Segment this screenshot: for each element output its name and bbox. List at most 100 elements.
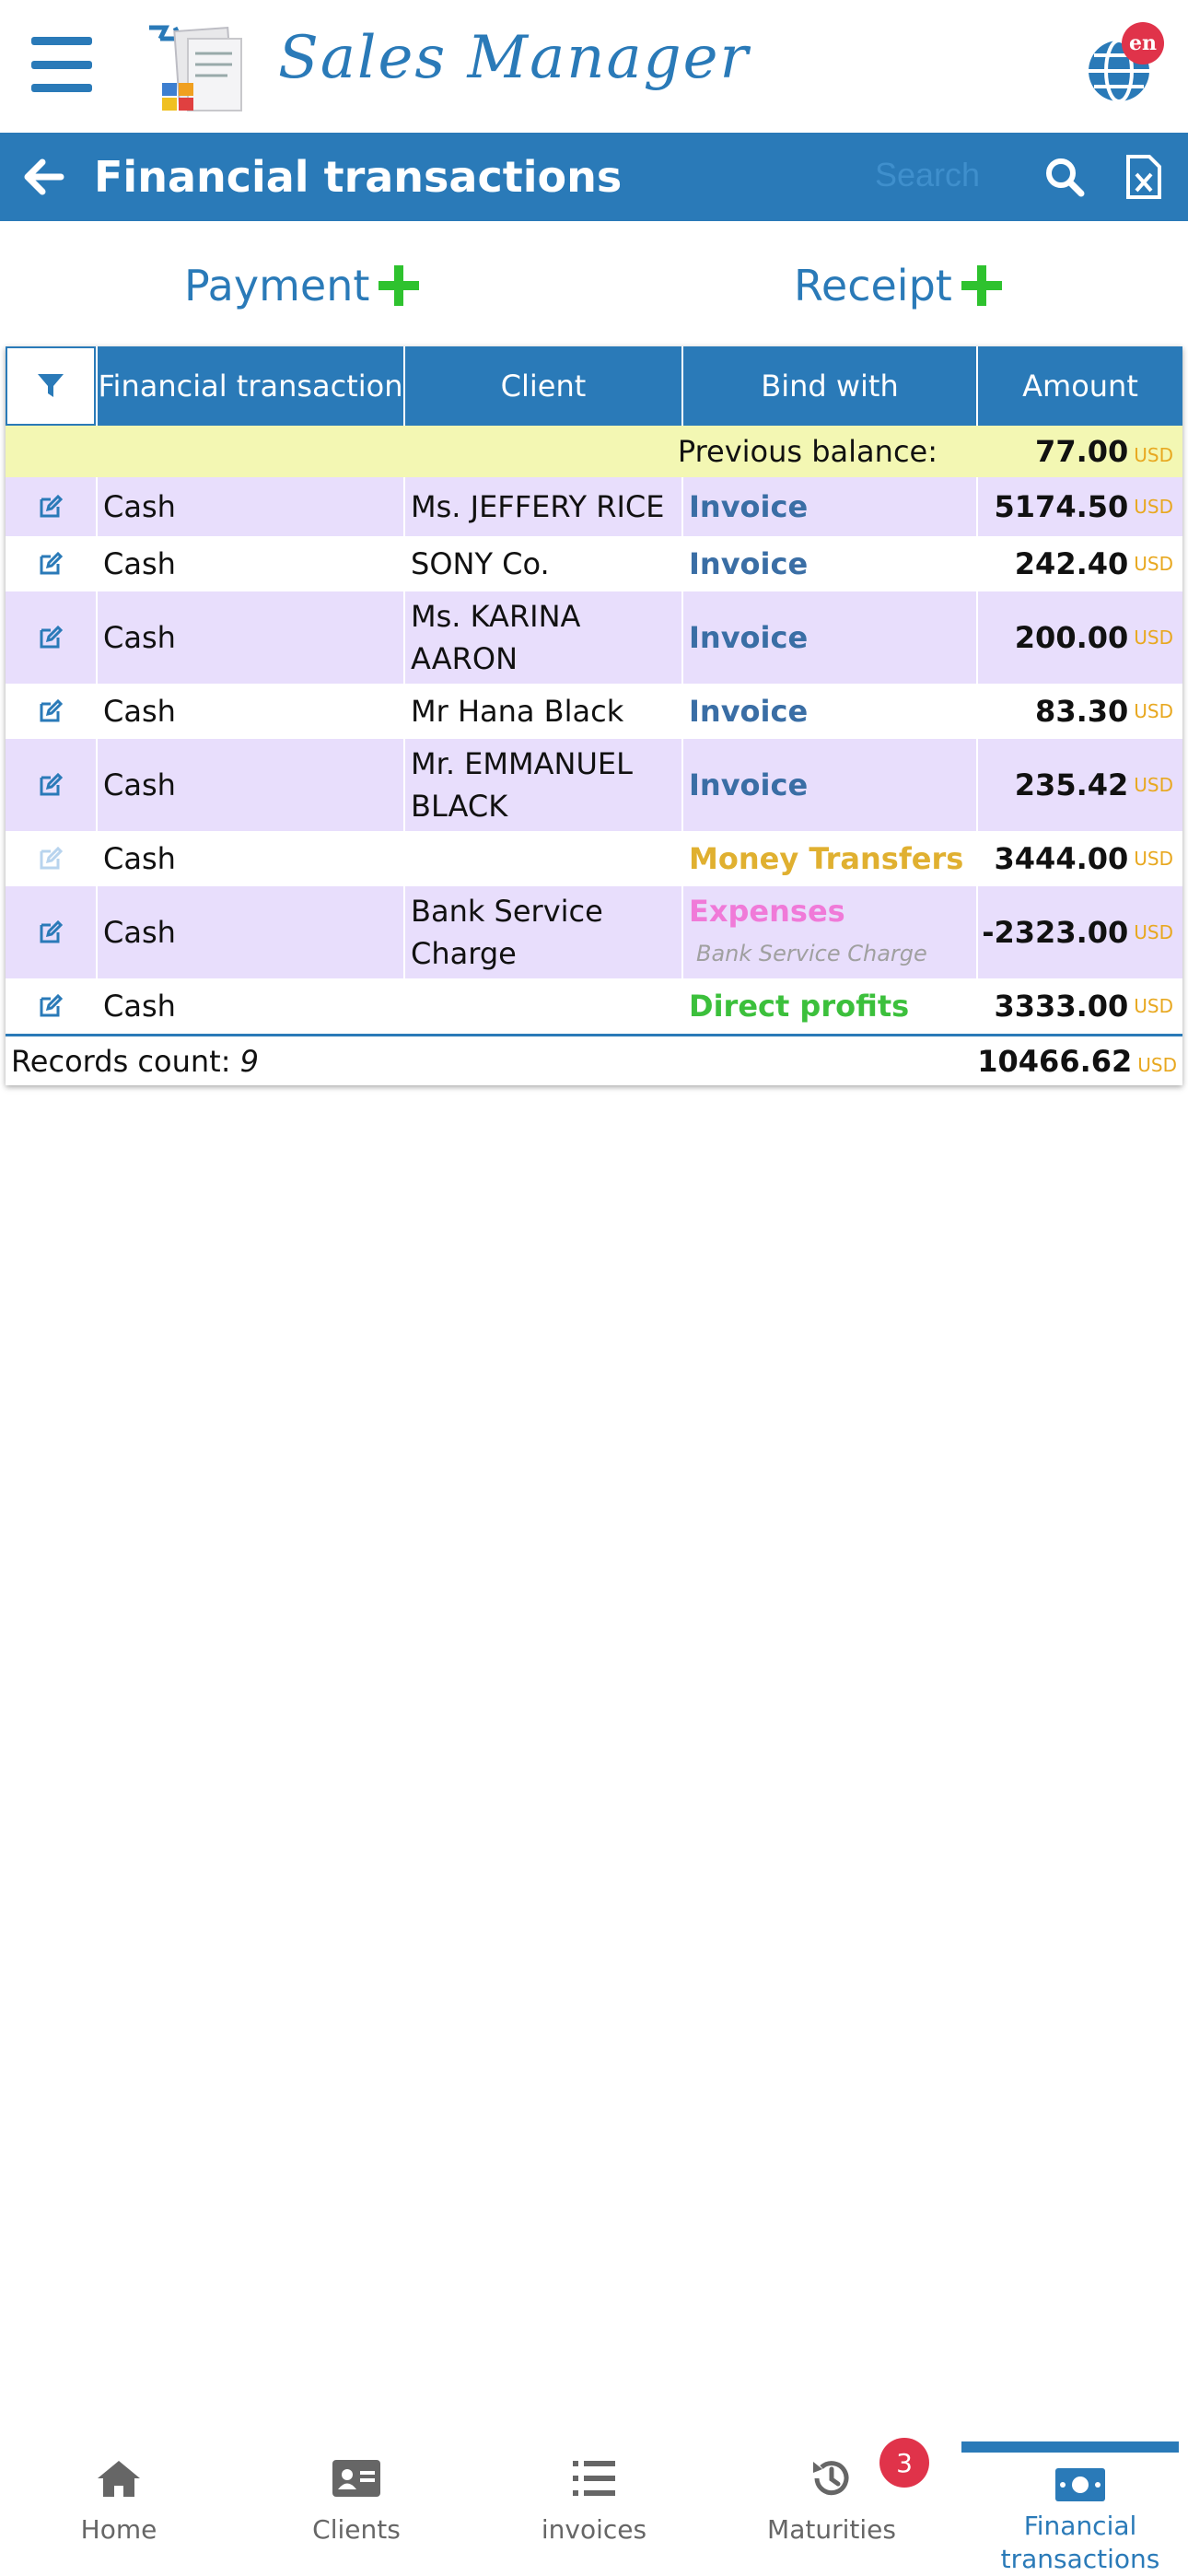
transaction-cell: Cash: [96, 739, 403, 831]
currency-label: USD: [1134, 995, 1173, 1017]
previous-balance-amount: 77.00: [1035, 434, 1129, 469]
table-row[interactable]: Cash Ms. JEFFERY RICE Invoice 5174.50 USD: [6, 477, 1182, 536]
bind-with-link[interactable]: Direct profits: [689, 985, 909, 1027]
edit-cell: [6, 886, 96, 978]
client-cell: [403, 831, 681, 886]
edit-icon[interactable]: [36, 623, 65, 652]
edit-cell: [6, 739, 96, 831]
table-footer: Records count: 9 10466.62 USD: [6, 1034, 1182, 1085]
search-icon[interactable]: [1039, 151, 1090, 203]
edit-icon[interactable]: [36, 549, 65, 579]
bind-with-cell[interactable]: Invoice: [681, 477, 976, 536]
amount-cell: 3333.00 USD: [976, 978, 1182, 1034]
title-bar: Financial transactions: [0, 133, 1188, 221]
amount-cell: 83.30 USD: [976, 684, 1182, 739]
edit-icon[interactable]: [36, 844, 65, 873]
currency-label: USD: [1134, 444, 1173, 466]
payment-button[interactable]: Payment: [184, 258, 420, 313]
table-row[interactable]: Cash Mr. EMMANUEL BLACK Invoice 235.42 USD: [6, 739, 1182, 831]
table-row[interactable]: Cash Ms. KARINA AARON Invoice 200.00 USD: [6, 591, 1182, 684]
nav-clients-label: Clients: [312, 2514, 401, 2545]
search-input[interactable]: [875, 149, 1013, 201]
bind-with-link[interactable]: Invoice: [689, 543, 808, 585]
nav-clients[interactable]: Clients: [238, 2429, 475, 2576]
bind-with-link[interactable]: Invoice: [689, 616, 808, 659]
edit-icon[interactable]: [36, 991, 65, 1021]
table-row[interactable]: Cash Money Transfers 3444.00 USD: [6, 831, 1182, 886]
amount-cell: 242.40 USD: [976, 536, 1182, 591]
table-row[interactable]: Cash SONY Co. Invoice 242.40 USD: [6, 536, 1182, 591]
edit-cell: [6, 477, 96, 536]
bind-with-link[interactable]: Invoice: [689, 486, 808, 528]
column-header-transaction[interactable]: Financial transaction: [96, 346, 403, 426]
bind-with-cell[interactable]: Invoice: [681, 684, 976, 739]
nav-maturities-label: Maturities: [767, 2514, 896, 2545]
bind-with-cell[interactable]: Invoice: [681, 739, 976, 831]
edit-icon[interactable]: [36, 770, 65, 800]
column-header-bind-with[interactable]: Bind with: [681, 346, 976, 426]
bind-with-cell[interactable]: Money Transfers: [681, 831, 976, 886]
edit-cell: [6, 831, 96, 886]
filter-button[interactable]: [6, 346, 96, 426]
back-arrow-icon[interactable]: [18, 151, 70, 203]
currency-label: USD: [1134, 700, 1173, 722]
transaction-cell: Cash: [96, 978, 403, 1034]
history-icon: [813, 2461, 849, 2496]
table-row[interactable]: Cash Bank Service Charge Expenses Bank Serv…: [6, 886, 1182, 978]
bottom-navigation: Home Clients invoices Maturities Financi…: [0, 2429, 1188, 2576]
edit-icon[interactable]: [36, 697, 65, 726]
column-header-client[interactable]: Client: [403, 346, 681, 426]
bind-with-note: Bank Service Charge: [696, 941, 927, 966]
edit-cell: [6, 684, 96, 739]
amount-value: 5174.50: [994, 489, 1129, 524]
currency-label: USD: [1134, 848, 1173, 870]
app-logo: [149, 25, 242, 111]
amount-value: 83.30: [1035, 694, 1129, 729]
amount-value: 242.40: [1014, 546, 1129, 581]
home-icon: [98, 2461, 140, 2497]
amount-cell: 3444.00 USD: [976, 831, 1182, 886]
bind-with-cell[interactable]: Direct profits: [681, 978, 976, 1034]
transaction-cell: Cash: [96, 536, 403, 591]
bind-with-cell[interactable]: Invoice: [681, 536, 976, 591]
nav-financial-transactions[interactable]: Financial transactions: [961, 2429, 1188, 2576]
language-badge[interactable]: en: [1122, 22, 1164, 64]
edit-icon[interactable]: [36, 492, 65, 521]
nav-home[interactable]: Home: [0, 2429, 238, 2576]
page-title: Financial transactions: [94, 152, 623, 202]
amount-cell: 200.00 USD: [976, 591, 1182, 684]
records-count: Records count: 9: [11, 1044, 259, 1079]
filter-icon: [38, 374, 64, 397]
excel-export-icon[interactable]: [1118, 147, 1170, 206]
table-row[interactable]: Cash Mr Hana Black Invoice 83.30 USD: [6, 684, 1182, 739]
nav-invoices[interactable]: invoices: [475, 2429, 713, 2576]
bind-with-link[interactable]: Expenses: [689, 890, 845, 932]
edit-cell: [6, 978, 96, 1034]
client-cell: SONY Co.: [403, 536, 681, 591]
bind-with-link[interactable]: Invoice: [689, 690, 808, 732]
bind-with-cell[interactable]: Invoice: [681, 591, 976, 684]
currency-label: USD: [1134, 921, 1173, 943]
bind-with-cell[interactable]: Expenses Bank Service Charge: [681, 886, 976, 978]
currency-label: USD: [1134, 774, 1173, 796]
amount-value: 200.00: [1014, 620, 1129, 655]
id-card-icon: [332, 2460, 380, 2497]
records-count-label: Records count:: [11, 1043, 231, 1079]
column-header-amount[interactable]: Amount: [976, 346, 1182, 426]
client-cell: Bank Service Charge: [403, 886, 681, 978]
table-row[interactable]: Cash Direct profits 3333.00 USD: [6, 978, 1182, 1034]
records-count-value: 9: [239, 1043, 259, 1079]
receipt-button[interactable]: Receipt: [794, 258, 1002, 313]
edit-icon[interactable]: [36, 918, 65, 947]
app-name: Sales Manager: [278, 24, 751, 92]
money-bill-icon: [1055, 2468, 1105, 2501]
app-header: Sales Manager en: [0, 0, 1188, 133]
bind-with-link[interactable]: Money Transfers: [689, 837, 963, 880]
currency-label: USD: [1137, 1053, 1177, 1076]
client-cell: [403, 978, 681, 1034]
nav-home-label: Home: [80, 2514, 157, 2545]
menu-icon[interactable]: [31, 37, 92, 92]
bind-with-link[interactable]: Invoice: [689, 764, 808, 806]
amount-cell: 5174.50 USD: [976, 477, 1182, 536]
plus-icon: [379, 265, 420, 306]
